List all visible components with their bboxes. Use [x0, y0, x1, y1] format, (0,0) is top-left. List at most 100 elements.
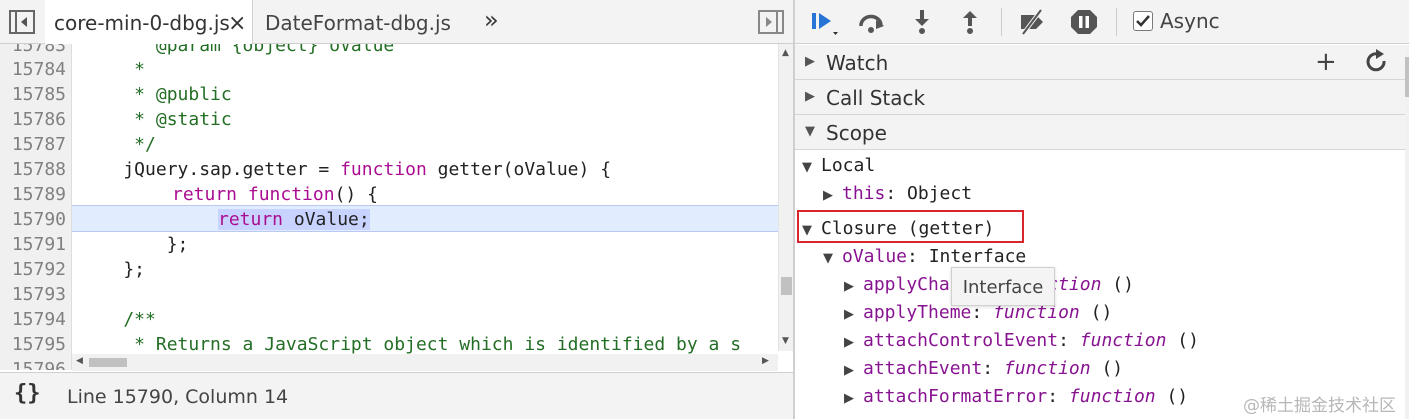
- line-number[interactable]: 15793: [0, 282, 66, 307]
- line-number[interactable]: 15790: [0, 207, 66, 232]
- line-number[interactable]: 15786: [0, 107, 66, 132]
- checkmark-icon: [1136, 15, 1150, 27]
- scope-closure[interactable]: ▼ Closure (getter): [802, 216, 994, 242]
- line-number[interactable]: 15788: [0, 157, 66, 182]
- expand-triangle-icon[interactable]: ▶: [844, 386, 863, 412]
- step-out-icon[interactable]: [955, 8, 985, 36]
- async-label[interactable]: Async: [1160, 9, 1220, 33]
- toggle-debugger-icon[interactable]: [758, 10, 784, 34]
- tab-core-min-0-dbg[interactable]: core-min-0-dbg.js ×: [45, 0, 253, 45]
- code-line: /**: [80, 309, 156, 330]
- tab-dateformat-dbg[interactable]: DateFormat-dbg.js: [265, 0, 451, 44]
- scope-member[interactable]: ▶ attachEvent: function (): [844, 356, 1123, 382]
- code-editor[interactable]: 15783 15784 15785 15786 15787 15788 1578…: [0, 44, 794, 370]
- line-number[interactable]: 15787: [0, 132, 66, 157]
- line-number[interactable]: 15794: [0, 307, 66, 332]
- code-text: () {: [334, 184, 378, 205]
- scope-member[interactable]: ▶ attachFormatError: function (): [844, 384, 1188, 410]
- editor-status-bar: {} Line 15790, Column 14: [0, 372, 794, 419]
- scrollbar-thumb[interactable]: [781, 277, 792, 295]
- property-key: oValue: [842, 246, 908, 267]
- sidebar-scrollbar[interactable]: [1405, 45, 1409, 419]
- code-line: *: [80, 59, 146, 80]
- vertical-scrollbar[interactable]: ▲ ▼: [778, 44, 794, 351]
- scroll-down-icon[interactable]: ▼: [782, 336, 789, 346]
- resume-icon[interactable]: [809, 8, 839, 36]
- deactivate-breakpoints-icon[interactable]: [1017, 8, 1047, 36]
- line-number[interactable]: 15783: [0, 44, 66, 58]
- expand-triangle-icon[interactable]: ▶: [844, 274, 863, 300]
- scope-local[interactable]: ▼ Local: [802, 153, 875, 179]
- code-line: * @public: [80, 84, 232, 105]
- expand-triangle-icon[interactable]: ▶: [823, 183, 842, 209]
- property-key: attachEvent: [863, 358, 983, 379]
- pause-on-exceptions-icon[interactable]: [1069, 8, 1099, 36]
- step-over-icon[interactable]: [856, 8, 886, 36]
- line-number[interactable]: 15791: [0, 232, 66, 257]
- expand-triangle-icon[interactable]: ▶: [805, 89, 815, 104]
- expand-triangle-icon[interactable]: ▶: [805, 54, 815, 69]
- property-type: function: [1079, 330, 1167, 351]
- add-watch-button[interactable]: +: [1315, 47, 1337, 77]
- property-key: applyCha: [863, 274, 950, 295]
- pretty-print-button[interactable]: {}: [14, 381, 41, 406]
- debugger-toolbar: Async: [795, 0, 1409, 44]
- tab-label: DateFormat-dbg.js: [265, 11, 451, 35]
- line-number[interactable]: 15792: [0, 257, 66, 282]
- line-number[interactable]: 15789: [0, 182, 66, 207]
- collapse-triangle-icon[interactable]: ▼: [802, 155, 821, 181]
- watch-section-header[interactable]: ▶ Watch +: [795, 45, 1405, 80]
- scope-member[interactable]: ▶ attachControlEvent: function (): [844, 328, 1199, 354]
- scope-section-header[interactable]: ▼ Scope: [795, 115, 1405, 150]
- editor-tab-bar: core-min-0-dbg.js × DateFormat-dbg.js »: [0, 0, 794, 45]
- property-suffix: (): [1101, 274, 1134, 295]
- call-stack-section-header[interactable]: ▶ Call Stack: [795, 80, 1405, 115]
- scrollbar-thumb[interactable]: [89, 358, 127, 367]
- property-suffix: (): [1079, 302, 1113, 323]
- collapse-triangle-icon[interactable]: ▼: [805, 124, 815, 139]
- property-suffix: (): [1166, 330, 1199, 351]
- watermark: @稀土掘金技术社区: [1243, 396, 1396, 416]
- line-number[interactable]: 15784: [0, 57, 66, 82]
- code-keyword: function: [340, 159, 427, 180]
- property-key: this: [842, 183, 886, 204]
- line-number[interactable]: 15785: [0, 82, 66, 107]
- refresh-icon[interactable]: [1365, 49, 1389, 75]
- scroll-left-icon[interactable]: ◀: [76, 356, 83, 366]
- toolbar-separator: [1001, 8, 1002, 36]
- code-line-current: return oValue;: [218, 207, 370, 232]
- horizontal-scrollbar[interactable]: ◀ ▶: [72, 354, 778, 371]
- step-into-icon[interactable]: [907, 8, 937, 36]
- code-keyword: return: [172, 184, 238, 205]
- cursor-position: Line 15790, Column 14: [67, 386, 289, 408]
- execution-highlight: return oValue;: [218, 209, 370, 230]
- property-key: attachControlEvent: [863, 330, 1059, 351]
- scrollbar-thumb[interactable]: [1405, 57, 1409, 97]
- collapse-triangle-icon[interactable]: ▼: [823, 246, 842, 272]
- code-text: getter(oValue) {: [426, 159, 612, 180]
- expand-triangle-icon[interactable]: ▶: [844, 358, 863, 384]
- line-number[interactable]: 15796: [0, 357, 66, 370]
- scope-this[interactable]: ▶ this: Object: [823, 181, 972, 207]
- line-number[interactable]: 15795: [0, 332, 66, 357]
- section-title: Call Stack: [826, 86, 926, 110]
- scroll-right-icon[interactable]: ▶: [762, 356, 769, 366]
- property-suffix: (): [1155, 386, 1189, 407]
- property-key: attachFormatError: [863, 386, 1048, 407]
- more-tabs-icon[interactable]: »: [484, 6, 499, 34]
- property-value: Interface: [928, 246, 1027, 267]
- property-value: Object: [907, 183, 973, 204]
- collapse-triangle-icon[interactable]: ▼: [802, 218, 821, 244]
- property-suffix: (): [1090, 358, 1124, 379]
- toggle-navigator-icon[interactable]: [9, 10, 35, 34]
- expand-triangle-icon[interactable]: ▶: [844, 302, 863, 328]
- scroll-up-icon[interactable]: ▲: [782, 48, 789, 58]
- line-number-gutter[interactable]: 15783 15784 15785 15786 15787 15788 1578…: [0, 44, 72, 370]
- code-text: oValue;: [283, 209, 370, 230]
- expand-triangle-icon[interactable]: ▶: [844, 330, 863, 356]
- close-tab-icon[interactable]: ×: [228, 0, 246, 47]
- code-keyword: function: [247, 184, 335, 205]
- code-line: @param {object} oValue: [80, 44, 395, 56]
- async-checkbox[interactable]: [1133, 11, 1153, 31]
- code-line: jQuery.sap.getter = function getter(oVal…: [80, 157, 611, 182]
